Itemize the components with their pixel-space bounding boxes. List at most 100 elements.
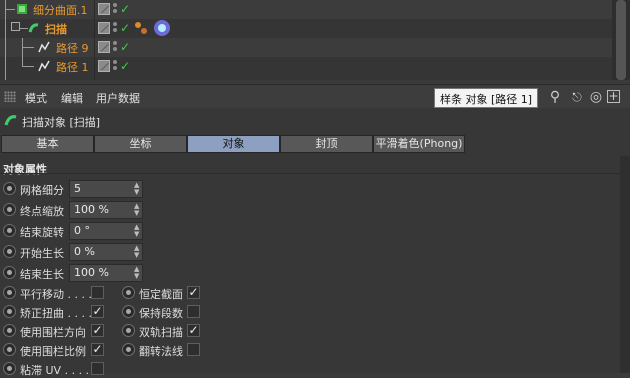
new-panel-icon[interactable]: + bbox=[607, 90, 620, 103]
layer-color-box[interactable] bbox=[98, 3, 110, 15]
collapse-toggle[interactable] bbox=[11, 22, 20, 31]
visibility-dots[interactable] bbox=[113, 60, 117, 72]
param-label: 使用围栏方向 bbox=[20, 326, 86, 339]
animate-radio[interactable] bbox=[122, 343, 135, 356]
tree-line bbox=[22, 66, 34, 67]
animate-radio[interactable] bbox=[3, 324, 16, 337]
field-value: 5 bbox=[74, 182, 81, 195]
tree-line bbox=[22, 57, 23, 66]
parallel-movement-checkbox[interactable] bbox=[91, 286, 104, 299]
enabled-check-icon[interactable]: ✓ bbox=[120, 40, 130, 54]
animate-radio[interactable] bbox=[3, 203, 16, 216]
tree-row-path-9[interactable]: 路径 9 ✓ bbox=[0, 38, 612, 57]
layer-color-box[interactable] bbox=[98, 22, 110, 34]
param-label: 翻转法线 bbox=[139, 345, 183, 358]
param-end-scale: 终点缩放 100 % ▲ ▼ bbox=[0, 201, 145, 219]
tree-line bbox=[5, 57, 6, 80]
tree-item-name[interactable]: 路径 1 bbox=[56, 59, 89, 75]
tree-scrollbar[interactable] bbox=[612, 0, 630, 80]
param-2-rail: 双轨扫描 ✓ bbox=[120, 322, 210, 340]
stepper-icon[interactable]: ▲ ▼ bbox=[134, 182, 140, 196]
stepper-icon[interactable]: ▲ ▼ bbox=[134, 203, 140, 217]
tab-object[interactable]: 对象 bbox=[187, 135, 280, 153]
param-flip-normals: 翻转法线 bbox=[120, 341, 210, 359]
tree-item-name[interactable]: 扫描 bbox=[45, 21, 67, 37]
param-constant-cross-section: 恒定截面 ✓ bbox=[120, 284, 210, 302]
enabled-check-icon[interactable]: ✓ bbox=[120, 2, 130, 16]
target-icon[interactable]: ◎ bbox=[588, 89, 604, 105]
divider bbox=[0, 173, 620, 174]
param-mesh-subdivision: 网格细分 5 ▲ ▼ bbox=[0, 180, 145, 198]
tree-row-subdivision[interactable]: 细分曲面.1 ✓ bbox=[0, 0, 612, 19]
visibility-dots[interactable] bbox=[113, 22, 117, 34]
param-end-growth: 结束生长 100 % ▲ ▼ bbox=[0, 264, 145, 282]
animate-radio[interactable] bbox=[3, 266, 16, 279]
search-icon[interactable]: ⚲ bbox=[547, 89, 563, 105]
tree-line bbox=[5, 9, 15, 10]
animate-radio[interactable] bbox=[3, 286, 16, 299]
layer-color-box[interactable] bbox=[98, 41, 110, 53]
animate-radio[interactable] bbox=[3, 224, 16, 237]
tree-row-path-1[interactable]: 路径 1 ✓ bbox=[0, 57, 612, 80]
lock-icon[interactable]: ⎋ bbox=[569, 89, 585, 105]
enabled-check-icon[interactable]: ✓ bbox=[120, 59, 130, 73]
tab-basic[interactable]: 基本 bbox=[1, 135, 94, 153]
param-label: 保持段数 bbox=[139, 307, 183, 320]
tab-caps[interactable]: 封顶 bbox=[280, 135, 373, 153]
use-rail-direction-checkbox[interactable]: ✓ bbox=[91, 324, 104, 337]
phong-tag-icon[interactable] bbox=[153, 19, 171, 37]
constant-cross-section-checkbox[interactable]: ✓ bbox=[187, 286, 200, 299]
tree-line bbox=[5, 38, 6, 57]
param-label: 恒定截面 bbox=[139, 288, 183, 301]
menu-user-data[interactable]: 用户数据 bbox=[96, 90, 140, 106]
stepper-icon[interactable]: ▲ ▼ bbox=[134, 224, 140, 238]
animate-radio[interactable] bbox=[3, 305, 16, 318]
start-growth-input[interactable]: 0 % ▲ ▼ bbox=[69, 243, 143, 261]
stepper-icon[interactable]: ▲ ▼ bbox=[134, 245, 140, 259]
scrollbar-thumb[interactable] bbox=[616, 0, 626, 80]
animate-radio[interactable] bbox=[3, 362, 16, 375]
group-title: 对象属性 bbox=[3, 163, 47, 176]
param-label: 使用围栏比例 bbox=[20, 345, 86, 358]
param-label: 粘滞 UV . . . . . bbox=[20, 364, 97, 377]
animate-radio[interactable] bbox=[3, 343, 16, 356]
panel-grip-icon[interactable] bbox=[4, 91, 16, 102]
param-use-rail-direction: 使用围栏方向 ✓ bbox=[0, 322, 110, 340]
2-rail-checkbox[interactable]: ✓ bbox=[187, 324, 200, 337]
end-scale-input[interactable]: 100 % ▲ ▼ bbox=[69, 201, 143, 219]
sticky-uv-checkbox[interactable] bbox=[91, 362, 104, 375]
attribute-scrollbar[interactable] bbox=[620, 156, 630, 373]
keep-segments-checkbox[interactable] bbox=[187, 305, 200, 318]
mesh-subdivision-input[interactable]: 5 ▲ ▼ bbox=[69, 180, 143, 198]
material-tag-icon[interactable] bbox=[134, 21, 148, 35]
field-value: 0 ° bbox=[74, 224, 90, 237]
animate-radio[interactable] bbox=[3, 182, 16, 195]
spline-icon bbox=[38, 60, 50, 72]
tooltip: 样条 对象 [路径 1] bbox=[434, 88, 539, 108]
tree-item-name[interactable]: 路径 9 bbox=[56, 40, 89, 56]
menu-mode[interactable]: 模式 bbox=[25, 90, 47, 106]
flip-normals-checkbox[interactable] bbox=[187, 343, 200, 356]
param-sticky-uv: 粘滞 UV . . . . . bbox=[0, 360, 110, 378]
tab-coordinates[interactable]: 坐标 bbox=[94, 135, 187, 153]
use-rail-scale-checkbox[interactable]: ✓ bbox=[91, 343, 104, 356]
menu-edit[interactable]: 编辑 bbox=[61, 90, 83, 106]
tree-line bbox=[5, 19, 6, 38]
param-label: 结束生长 bbox=[20, 268, 64, 281]
stepper-icon[interactable]: ▲ ▼ bbox=[134, 266, 140, 280]
field-value: 0 % bbox=[74, 245, 95, 258]
animate-radio[interactable] bbox=[3, 245, 16, 258]
tree-item-name[interactable]: 细分曲面.1 bbox=[33, 2, 88, 18]
tab-phong[interactable]: 平滑着色(Phong) bbox=[373, 135, 465, 153]
layer-color-box[interactable] bbox=[98, 60, 110, 72]
animate-radio[interactable] bbox=[122, 286, 135, 299]
visibility-dots[interactable] bbox=[113, 41, 117, 53]
tree-row-sweep[interactable]: 扫描 ✓ bbox=[0, 19, 612, 38]
correct-twist-checkbox[interactable]: ✓ bbox=[91, 305, 104, 318]
enabled-check-icon[interactable]: ✓ bbox=[120, 21, 130, 35]
animate-radio[interactable] bbox=[122, 324, 135, 337]
animate-radio[interactable] bbox=[122, 305, 135, 318]
end-growth-input[interactable]: 100 % ▲ ▼ bbox=[69, 264, 143, 282]
visibility-dots[interactable] bbox=[113, 3, 117, 15]
end-rotation-input[interactable]: 0 ° ▲ ▼ bbox=[69, 222, 143, 240]
